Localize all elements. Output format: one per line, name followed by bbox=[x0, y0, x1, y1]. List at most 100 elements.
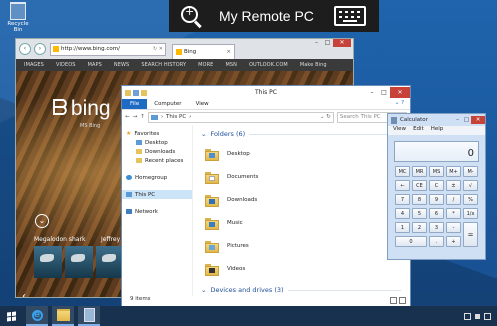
maximize-button[interactable]: □ bbox=[322, 39, 333, 47]
menu-view[interactable]: View bbox=[393, 126, 406, 135]
nav-link-more[interactable]: MORE bbox=[198, 62, 213, 68]
maximize-button[interactable]: □ bbox=[462, 116, 471, 124]
minimize-button[interactable]: – bbox=[311, 39, 322, 47]
key-3[interactable]: 3 bbox=[429, 222, 444, 233]
nav-link-msn[interactable]: MSN bbox=[225, 62, 237, 68]
keyboard-icon[interactable] bbox=[333, 6, 366, 26]
forward-button[interactable]: › bbox=[34, 43, 46, 55]
news-thumbnail[interactable] bbox=[65, 246, 93, 278]
maximize-button[interactable]: □ bbox=[378, 87, 390, 98]
nav-link-images[interactable]: IMAGES bbox=[24, 62, 44, 68]
tab-view[interactable]: View bbox=[189, 99, 216, 109]
key-backspace[interactable]: ← bbox=[395, 180, 410, 191]
key-decimal[interactable]: . bbox=[429, 236, 444, 247]
key-2[interactable]: 2 bbox=[412, 222, 427, 233]
nav-link-search-history[interactable]: SEARCH HISTORY bbox=[141, 62, 186, 68]
key-equals[interactable]: = bbox=[463, 222, 478, 247]
key-add[interactable]: + bbox=[446, 236, 461, 247]
back-button[interactable]: ‹ bbox=[19, 43, 31, 55]
folder-documents[interactable]: Documents bbox=[205, 170, 258, 184]
devices-group-header[interactable]: ⌄ Devices and drives (3) bbox=[201, 286, 401, 294]
nav-item-network[interactable]: Network bbox=[122, 207, 192, 216]
network-tray-icon[interactable] bbox=[464, 312, 471, 320]
key-multiply[interactable]: * bbox=[446, 208, 461, 219]
news-caption-1[interactable]: Megalodon shark bbox=[34, 236, 85, 243]
taskbar-calculator[interactable] bbox=[78, 306, 100, 326]
large-icons-view-icon[interactable] bbox=[399, 297, 406, 304]
explorer-window-controls: – □ ✕ bbox=[366, 87, 410, 98]
close-button[interactable]: ✕ bbox=[390, 87, 410, 98]
action-center-icon[interactable] bbox=[484, 312, 491, 320]
zoom-icon[interactable] bbox=[179, 4, 203, 29]
nav-item-this-pc[interactable]: This PC bbox=[122, 190, 192, 199]
nav-item-homegroup[interactable]: Homegroup bbox=[122, 173, 192, 182]
key-m-plus[interactable]: M+ bbox=[446, 166, 461, 177]
nav-link-videos[interactable]: VIDEOS bbox=[56, 62, 76, 68]
scroll-down-icon[interactable]: ⌄ bbox=[35, 214, 49, 228]
key-4[interactable]: 4 bbox=[395, 208, 410, 219]
key-negate[interactable]: ± bbox=[446, 180, 461, 191]
taskbar-file-explorer[interactable] bbox=[52, 306, 74, 326]
key-m-minus[interactable]: M- bbox=[463, 166, 478, 177]
tab-computer[interactable]: Computer bbox=[147, 99, 188, 109]
key-1[interactable]: 1 bbox=[395, 222, 410, 233]
key-5[interactable]: 5 bbox=[412, 208, 427, 219]
nav-link-outlook[interactable]: OUTLOOK.COM bbox=[249, 62, 288, 68]
folder-videos[interactable]: Videos bbox=[205, 262, 245, 276]
folder-music[interactable]: Music bbox=[205, 216, 243, 230]
explorer-address-bar[interactable]: › This PC › ⌄ ↻ bbox=[147, 111, 334, 123]
key-divide[interactable]: / bbox=[446, 194, 461, 205]
close-button[interactable]: ✕ bbox=[471, 116, 485, 124]
menu-help[interactable]: Help bbox=[431, 126, 444, 135]
key-percent[interactable]: % bbox=[463, 194, 478, 205]
close-button[interactable]: ✕ bbox=[333, 39, 351, 47]
minimize-button[interactable]: – bbox=[366, 87, 378, 98]
nav-item-desktop[interactable]: Desktop bbox=[122, 138, 192, 147]
browser-tab[interactable]: Bing × bbox=[172, 44, 235, 59]
help-icon[interactable]: ⌄ ? bbox=[395, 100, 404, 106]
nav-item-downloads[interactable]: Downloads bbox=[122, 147, 192, 156]
folder-desktop[interactable]: Desktop bbox=[205, 147, 250, 161]
key-sqrt[interactable]: √ bbox=[463, 180, 478, 191]
forward-arrow-icon[interactable]: → bbox=[133, 114, 138, 120]
up-arrow-icon[interactable]: ↑ bbox=[140, 114, 145, 120]
tab-close-icon[interactable]: × bbox=[226, 49, 231, 55]
key-c[interactable]: C bbox=[429, 180, 444, 191]
start-button[interactable] bbox=[0, 306, 22, 326]
nav-item-favorites[interactable]: ★ Favorites bbox=[122, 129, 192, 138]
details-view-icon[interactable] bbox=[390, 297, 397, 304]
minimize-button[interactable]: – bbox=[453, 116, 462, 124]
nav-item-recent-places[interactable]: Recent places bbox=[122, 156, 192, 165]
taskbar-internet-explorer[interactable]: e bbox=[26, 306, 48, 326]
folder-pictures[interactable]: Pictures bbox=[205, 239, 249, 253]
volume-tray-icon[interactable] bbox=[475, 313, 480, 319]
key-0[interactable]: 0 bbox=[395, 236, 427, 247]
key-mc[interactable]: MC bbox=[395, 166, 410, 177]
news-thumbnail[interactable] bbox=[34, 246, 62, 278]
nav-link-news[interactable]: NEWS bbox=[114, 62, 129, 68]
breadcrumb-this-pc[interactable]: This PC bbox=[166, 114, 186, 120]
key-7[interactable]: 7 bbox=[395, 194, 410, 205]
key-6[interactable]: 6 bbox=[429, 208, 444, 219]
key-subtract[interactable]: - bbox=[446, 222, 461, 233]
key-ce[interactable]: CE bbox=[412, 180, 427, 191]
nav-link-make-bing[interactable]: Make Bing bbox=[300, 62, 327, 68]
folders-group-header[interactable]: ⌄ Folders (6) bbox=[201, 130, 401, 138]
back-arrow-icon[interactable]: ← bbox=[125, 114, 130, 120]
refresh-icon[interactable]: ↻ ✕ bbox=[153, 46, 165, 52]
folder-downloads[interactable]: Downloads bbox=[205, 193, 257, 207]
key-mr[interactable]: MR bbox=[412, 166, 427, 177]
key-9[interactable]: 9 bbox=[429, 194, 444, 205]
key-reciprocal[interactable]: 1/x bbox=[463, 208, 478, 219]
recycle-bin-shortcut[interactable]: Recycle Bin bbox=[4, 2, 32, 33]
menu-edit[interactable]: Edit bbox=[413, 126, 424, 135]
key-ms[interactable]: MS bbox=[429, 166, 444, 177]
key-8[interactable]: 8 bbox=[412, 194, 427, 205]
address-bar[interactable]: http://www.bing.com/ ↻ ✕ bbox=[50, 42, 166, 56]
tab-file[interactable]: File bbox=[122, 99, 148, 109]
news-thumbnail[interactable] bbox=[96, 246, 124, 278]
calculator-title: Calculator bbox=[400, 117, 428, 123]
refresh-icon[interactable]: ⌄ ↻ bbox=[320, 114, 333, 120]
previous-arrow-icon[interactable]: ‹ bbox=[22, 291, 26, 297]
nav-link-maps[interactable]: MAPS bbox=[88, 62, 102, 68]
